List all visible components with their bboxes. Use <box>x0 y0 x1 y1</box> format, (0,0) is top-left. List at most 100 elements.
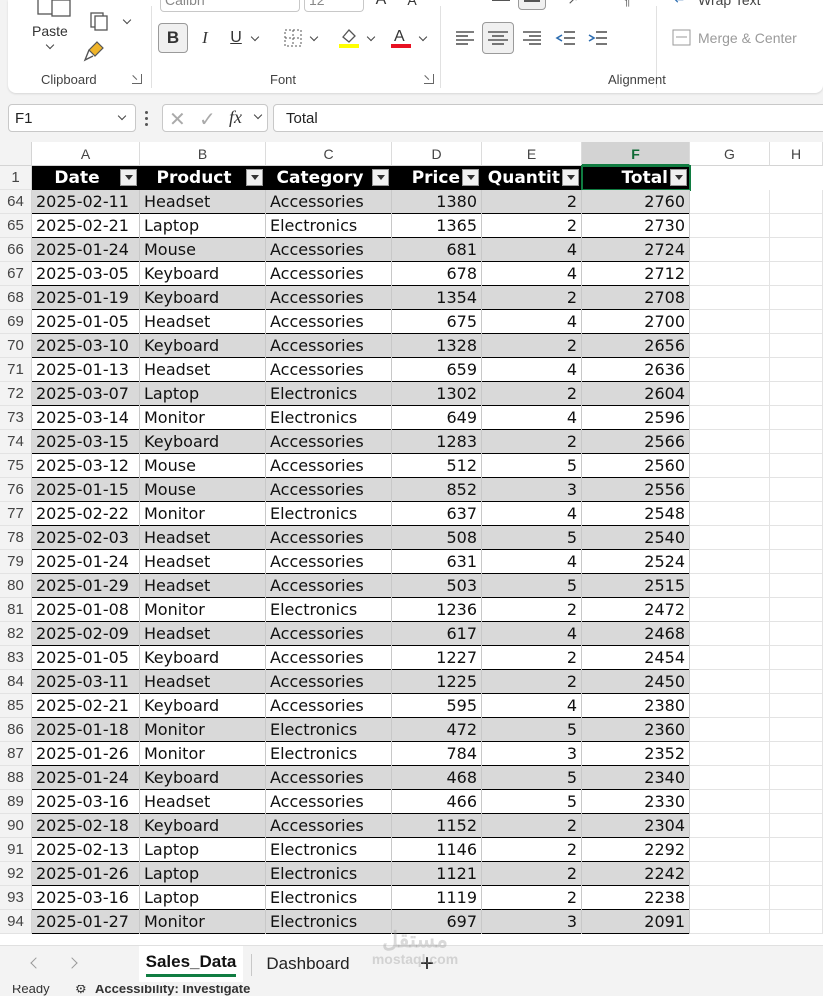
empty-cell[interactable] <box>690 670 770 694</box>
table-header-cell[interactable]: Quantit <box>482 166 564 190</box>
table-cell[interactable]: Accessories <box>266 334 392 358</box>
row-header[interactable]: 80 <box>0 574 32 598</box>
filter-dropdown-icon[interactable] <box>670 169 687 186</box>
table-cell[interactable]: 2760 <box>582 190 690 214</box>
empty-cell[interactable] <box>770 190 823 214</box>
table-cell[interactable]: Headset <box>140 190 266 214</box>
table-cell[interactable]: 503 <box>392 574 482 598</box>
empty-cell[interactable] <box>770 598 823 622</box>
table-header-cell[interactable]: Date <box>32 166 122 190</box>
table-cell[interactable]: 5 <box>482 574 582 598</box>
status-accessibility[interactable]: Accessibility: Investigate <box>95 985 250 996</box>
table-cell[interactable]: 5 <box>482 718 582 742</box>
table-cell[interactable]: 1146 <box>392 838 482 862</box>
table-cell[interactable]: 2025-02-03 <box>32 526 140 550</box>
table-cell[interactable]: 2524 <box>582 550 690 574</box>
table-cell[interactable]: 2025-03-07 <box>32 382 140 406</box>
table-cell[interactable]: 2 <box>482 598 582 622</box>
table-cell[interactable]: 5 <box>482 766 582 790</box>
table-cell[interactable]: Keyboard <box>140 334 266 358</box>
empty-cell[interactable] <box>690 862 770 886</box>
empty-cell[interactable] <box>770 622 823 646</box>
empty-cell[interactable] <box>690 382 770 406</box>
paste-button[interactable]: Paste <box>26 0 76 66</box>
row-header[interactable]: 83 <box>0 646 32 670</box>
table-cell[interactable]: Accessories <box>266 262 392 286</box>
table-cell[interactable]: Laptop <box>140 214 266 238</box>
increase-font-icon[interactable]: A <box>370 0 392 8</box>
bold-button[interactable]: B <box>158 23 188 53</box>
table-cell[interactable]: Monitor <box>140 910 266 934</box>
clipboard-launcher-icon[interactable] <box>132 74 142 84</box>
empty-cell[interactable] <box>770 382 823 406</box>
row-header[interactable]: 78 <box>0 526 32 550</box>
empty-cell[interactable] <box>770 910 823 934</box>
table-header-cell[interactable]: Price <box>392 166 464 190</box>
empty-cell[interactable] <box>690 550 770 574</box>
empty-cell[interactable] <box>770 670 823 694</box>
table-cell[interactable]: 466 <box>392 790 482 814</box>
table-header-cell[interactable]: Product <box>140 166 248 190</box>
table-cell[interactable]: Accessories <box>266 454 392 478</box>
table-cell[interactable]: 2596 <box>582 406 690 430</box>
empty-cell[interactable] <box>770 766 823 790</box>
empty-cell[interactable] <box>690 358 770 382</box>
table-cell[interactable]: Mouse <box>140 478 266 502</box>
table-cell[interactable]: 2025-03-15 <box>32 430 140 454</box>
table-cell[interactable]: 2 <box>482 334 582 358</box>
empty-cell[interactable] <box>770 550 823 574</box>
empty-cell[interactable] <box>690 646 770 670</box>
table-cell[interactable]: 2025-02-18 <box>32 814 140 838</box>
table-cell[interactable]: Headset <box>140 550 266 574</box>
table-cell[interactable]: 2091 <box>582 910 690 934</box>
empty-cell[interactable] <box>690 790 770 814</box>
table-cell[interactable]: Monitor <box>140 406 266 430</box>
filter-dropdown-icon[interactable] <box>562 169 579 186</box>
table-cell[interactable]: Monitor <box>140 718 266 742</box>
align-left-button[interactable] <box>453 26 477 50</box>
row-header[interactable]: 72 <box>0 382 32 406</box>
table-cell[interactable]: 2025-01-19 <box>32 286 140 310</box>
table-cell[interactable]: Electronics <box>266 502 392 526</box>
table-cell[interactable]: Accessories <box>266 766 392 790</box>
table-cell[interactable]: 2 <box>482 382 582 406</box>
table-cell[interactable]: 2025-01-26 <box>32 742 140 766</box>
empty-cell[interactable] <box>770 286 823 310</box>
table-cell[interactable]: 784 <box>392 742 482 766</box>
table-cell[interactable]: 3 <box>482 742 582 766</box>
table-cell[interactable]: 2566 <box>582 430 690 454</box>
empty-cell[interactable] <box>690 310 770 334</box>
underline-button[interactable]: U <box>224 25 264 51</box>
table-cell[interactable]: Accessories <box>266 478 392 502</box>
table-cell[interactable]: 2025-01-13 <box>32 358 140 382</box>
table-cell[interactable]: 4 <box>482 622 582 646</box>
table-cell[interactable]: 2025-01-24 <box>32 766 140 790</box>
empty-cell[interactable] <box>690 454 770 478</box>
table-cell[interactable]: 2604 <box>582 382 690 406</box>
table-cell[interactable]: 617 <box>392 622 482 646</box>
table-cell[interactable]: 2025-03-14 <box>32 406 140 430</box>
wrap-text-button[interactable]: ↩ Wrap Text <box>672 0 812 10</box>
table-cell[interactable]: 2 <box>482 646 582 670</box>
font-color-button[interactable]: A <box>386 25 430 51</box>
table-cell[interactable]: 2 <box>482 886 582 910</box>
empty-cell[interactable] <box>690 238 770 262</box>
table-cell[interactable]: 2548 <box>582 502 690 526</box>
filter-dropdown-icon[interactable] <box>120 169 137 186</box>
empty-cell[interactable] <box>770 742 823 766</box>
table-cell[interactable]: Accessories <box>266 646 392 670</box>
empty-cell[interactable] <box>770 694 823 718</box>
table-cell[interactable]: Accessories <box>266 670 392 694</box>
merge-center-button[interactable]: Merge & Center <box>672 29 817 49</box>
table-cell[interactable]: 4 <box>482 238 582 262</box>
table-cell[interactable]: 468 <box>392 766 482 790</box>
table-cell[interactable]: 1365 <box>392 214 482 238</box>
table-cell[interactable]: 659 <box>392 358 482 382</box>
table-cell[interactable]: Keyboard <box>140 766 266 790</box>
table-cell[interactable]: Laptop <box>140 862 266 886</box>
table-cell[interactable]: 2025-01-15 <box>32 478 140 502</box>
table-cell[interactable]: Headset <box>140 670 266 694</box>
column-header-f[interactable]: F <box>582 142 690 166</box>
table-cell[interactable]: Electronics <box>266 406 392 430</box>
table-cell[interactable]: Accessories <box>266 814 392 838</box>
